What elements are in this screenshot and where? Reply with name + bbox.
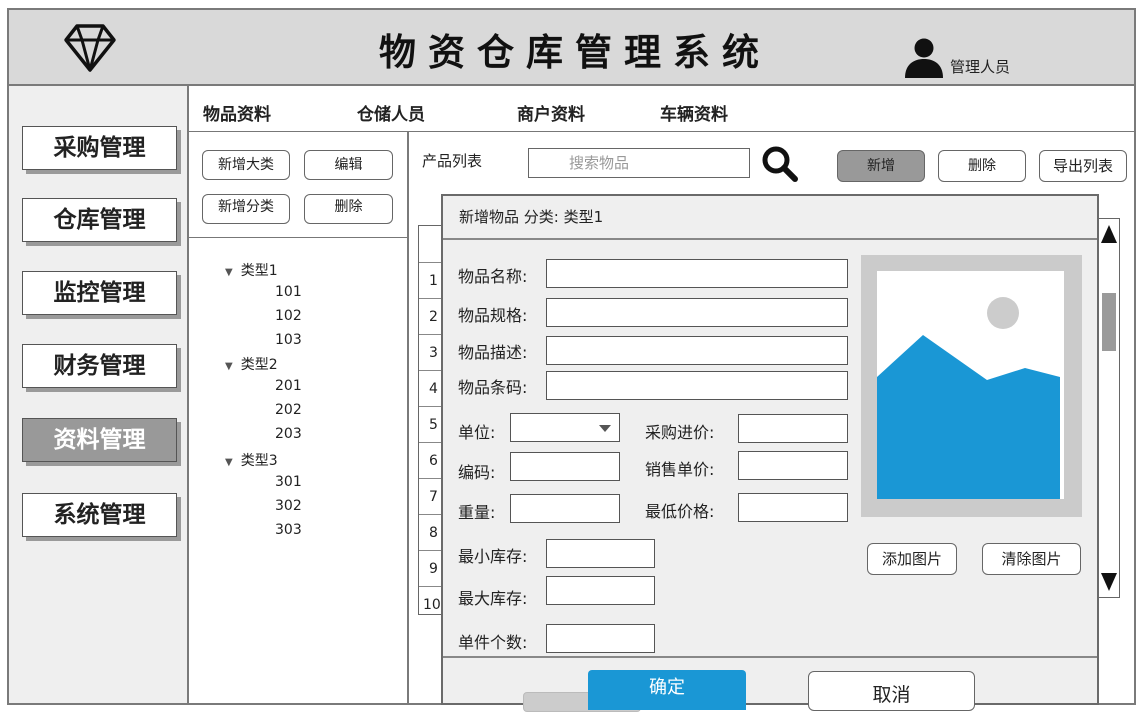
add-item-dialog: 新增物品 分类: 类型1 物品名称: 物品规格: 物品描述: 物品条码: 单位:… xyxy=(441,194,1099,712)
sidebar: 采购管理 仓库管理 监控管理 财务管理 资料管理 系统管理 xyxy=(9,86,189,703)
cancel-button[interactable]: 取消 xyxy=(808,671,975,711)
chevron-down-icon[interactable] xyxy=(599,425,611,433)
scroll-up-icon[interactable] xyxy=(1100,223,1118,245)
tab-staff[interactable]: 仓储人员 xyxy=(357,100,425,125)
unit-label: 单位: xyxy=(458,423,496,442)
add-category-button[interactable]: 新增大类 xyxy=(202,150,290,180)
weight-input[interactable] xyxy=(510,494,620,523)
user-label[interactable]: 管理人员 xyxy=(950,56,1010,77)
clear-image-button[interactable]: 清除图片 xyxy=(982,543,1081,575)
add-image-button[interactable]: 添加图片 xyxy=(867,543,957,575)
tab-items[interactable]: 物品资料 xyxy=(203,100,271,125)
purchase-price-label: 采购进价: xyxy=(645,423,715,442)
tree-leaf[interactable]: 103 xyxy=(275,332,302,348)
edit-category-button[interactable]: 编辑 xyxy=(304,150,393,180)
unit-select[interactable] xyxy=(510,413,620,442)
tree-leaf[interactable]: 201 xyxy=(275,378,302,394)
tree-node-type1[interactable]: ▼ 类型1 xyxy=(225,260,278,280)
expand-arrow-icon[interactable]: ▼ xyxy=(225,457,233,468)
image-placeholder-icon xyxy=(877,297,1060,499)
sidebar-item-finance[interactable]: 财务管理 xyxy=(22,344,177,388)
tree-leaf[interactable]: 101 xyxy=(275,284,302,300)
unit-count-label: 单件个数: xyxy=(458,633,528,652)
user-avatar-icon[interactable] xyxy=(904,38,944,80)
tree-leaf[interactable]: 301 xyxy=(275,474,302,490)
max-stock-label: 最大库存: xyxy=(458,589,528,608)
expand-arrow-icon[interactable]: ▼ xyxy=(225,361,233,372)
item-name-input[interactable] xyxy=(546,259,848,288)
top-nav: 物品资料 仓储人员 商户资料 车辆资料 xyxy=(189,86,1134,132)
dialog-footer-divider xyxy=(443,656,1097,658)
code-input[interactable] xyxy=(510,452,620,481)
item-spec-label: 物品规格: xyxy=(458,306,528,325)
tree-leaf[interactable]: 303 xyxy=(275,522,302,538)
delete-button[interactable]: 删除 xyxy=(938,150,1026,182)
image-preview-frame xyxy=(861,255,1082,517)
tree-leaf[interactable]: 302 xyxy=(275,498,302,514)
image-placeholder xyxy=(877,271,1064,499)
item-barcode-label: 物品条码: xyxy=(458,378,528,397)
sidebar-item-system[interactable]: 系统管理 xyxy=(22,493,177,537)
delete-category-button[interactable]: 删除 xyxy=(304,194,393,224)
app-header: 物资仓库管理系统 管理人员 xyxy=(9,10,1134,86)
item-desc-input[interactable] xyxy=(546,336,848,365)
product-list-label: 产品列表 xyxy=(422,152,483,170)
tree-leaf[interactable]: 203 xyxy=(275,426,302,442)
tree-node-type2[interactable]: ▼ 类型2 xyxy=(225,354,278,374)
min-stock-input[interactable] xyxy=(546,539,655,568)
sale-price-label: 销售单价: xyxy=(645,460,715,479)
item-desc-label: 物品描述: xyxy=(458,343,528,362)
item-name-label: 物品名称: xyxy=(458,267,528,286)
app-title: 物资仓库管理系统 xyxy=(379,31,771,74)
tree-leaf[interactable]: 102 xyxy=(275,308,302,324)
code-label: 编码: xyxy=(458,463,496,482)
max-stock-input[interactable] xyxy=(546,576,655,605)
sidebar-item-monitoring[interactable]: 监控管理 xyxy=(22,271,177,315)
add-subcategory-button[interactable]: 新增分类 xyxy=(202,194,290,224)
item-spec-input[interactable] xyxy=(546,298,848,327)
scrollbar-thumb[interactable] xyxy=(1102,293,1116,351)
tree-leaf[interactable]: 202 xyxy=(275,402,302,418)
tab-vehicles[interactable]: 车辆资料 xyxy=(660,100,728,125)
min-stock-label: 最小库存: xyxy=(458,547,528,566)
expand-arrow-icon[interactable]: ▼ xyxy=(225,267,233,278)
min-price-input[interactable] xyxy=(738,493,848,522)
sidebar-item-purchase[interactable]: 采购管理 xyxy=(22,126,177,170)
sidebar-item-warehouse[interactable]: 仓库管理 xyxy=(22,198,177,242)
category-panel: 新增大类 编辑 新增分类 删除 ▼ 类型1 101 102 103 ▼ 类型2 20… xyxy=(189,132,409,703)
sale-price-input[interactable] xyxy=(738,451,848,480)
purchase-price-input[interactable] xyxy=(738,414,848,443)
sidebar-item-data[interactable]: 资料管理 xyxy=(22,418,177,462)
dialog-title: 新增物品 分类: 类型1 xyxy=(443,196,1097,240)
add-button[interactable]: 新增 xyxy=(837,150,925,182)
min-price-label: 最低价格: xyxy=(645,502,715,521)
vertical-scrollbar[interactable] xyxy=(1098,218,1120,598)
tab-merchants[interactable]: 商户资料 xyxy=(517,100,585,125)
unit-count-input[interactable] xyxy=(546,624,655,653)
category-toolbar: 新增大类 编辑 新增分类 删除 xyxy=(189,132,407,238)
item-barcode-input[interactable] xyxy=(546,371,848,400)
confirm-button[interactable]: 确定 xyxy=(588,670,746,710)
search-input[interactable]: 搜索物品 xyxy=(528,148,750,178)
tree-node-type3[interactable]: ▼ 类型3 xyxy=(225,450,278,470)
scroll-down-icon[interactable] xyxy=(1100,571,1118,593)
search-icon[interactable] xyxy=(761,145,799,183)
export-list-button[interactable]: 导出列表 xyxy=(1039,150,1127,182)
diamond-logo-icon xyxy=(64,24,116,72)
weight-label: 重量: xyxy=(458,503,496,522)
